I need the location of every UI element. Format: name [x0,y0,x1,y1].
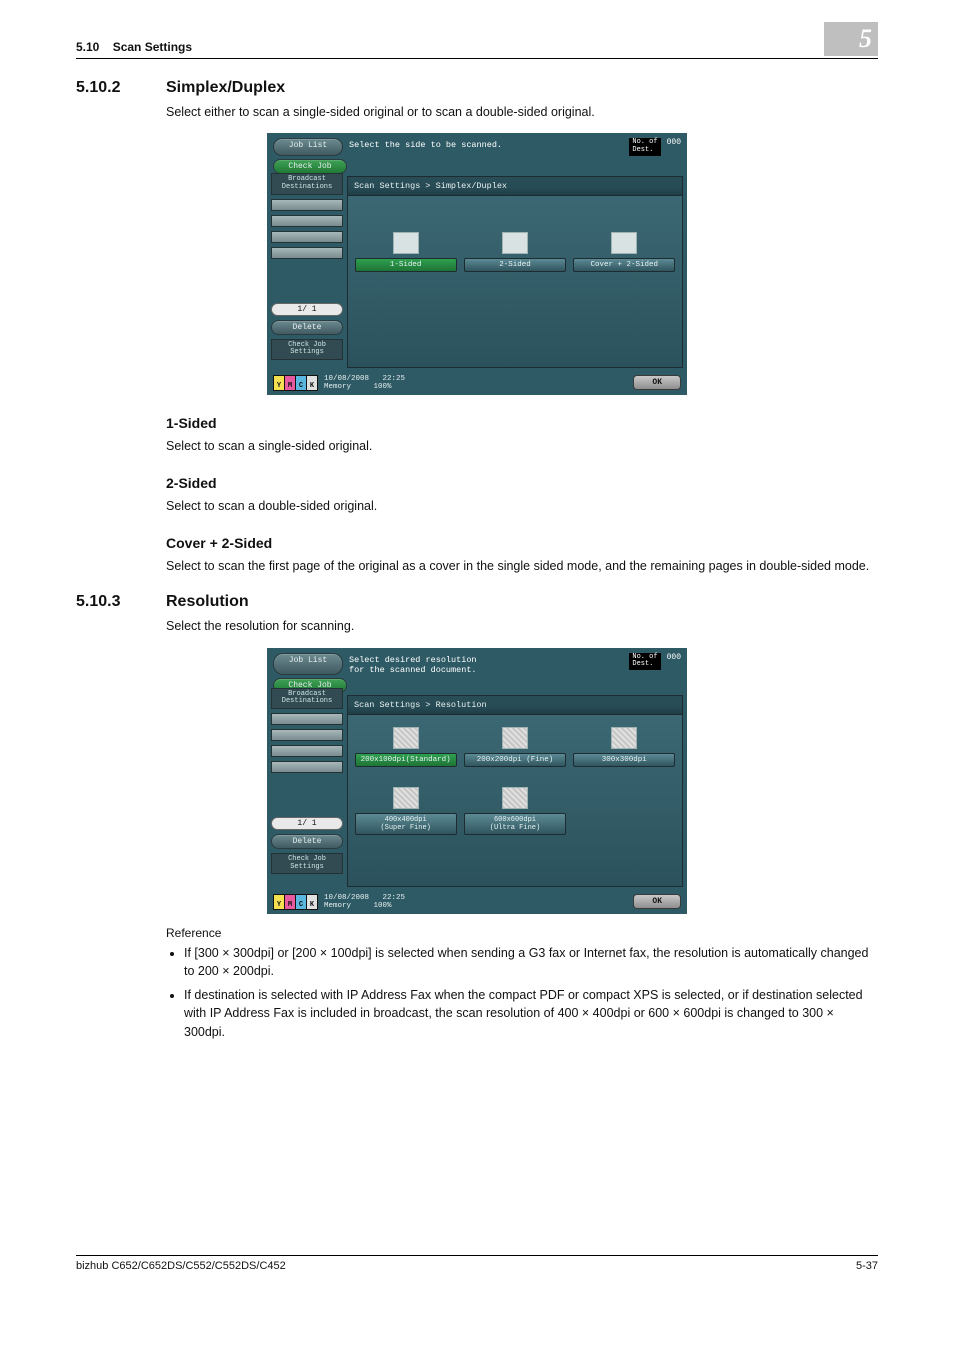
option-label: 2-Sided [464,258,566,272]
subheading-2-sided: 2-Sided [166,475,878,491]
breadcrumb: Scan Settings > Simplex/Duplex [348,177,682,196]
option-label: 200x100dpi(Standard) [355,753,457,767]
resolution-icon [611,727,637,749]
ok-button[interactable]: OK [633,894,681,909]
footer-page-number: 5-37 [856,1260,878,1272]
resolution-screenshot: Job List Select desired resolution for t… [267,648,687,915]
subheading-cover-2-sided: Cover + 2-Sided [166,535,878,551]
section-number: 5.10.3 [76,593,166,611]
section-intro: Select either to scan a single-sided ori… [166,103,878,121]
resolution-icon [393,787,419,809]
running-header: 5.10 Scan Settings 5 [76,40,878,59]
section-title: Resolution [166,593,249,611]
subsection-text: Select to scan the first page of the ori… [166,557,878,575]
footer-product: bizhub C652/C652DS/C552/C552DS/C452 [76,1260,286,1272]
option-200x200[interactable]: 200x200dpi (Fine) [467,727,563,767]
reference-heading: Reference [166,926,878,940]
page-indicator: 1/ 1 [271,817,343,830]
broadcast-destinations-label: Broadcast Destinations [271,688,343,709]
dest-count-label: No. of Dest. [629,138,660,155]
simplex-duplex-screenshot: Job List Select the side to be scanned. … [267,133,687,395]
destination-list-area [271,247,343,259]
section-number: 5.10.2 [76,79,166,97]
runhead-section-num: 5.10 [76,40,99,54]
screen-instruction: Select desired resolution for the scanne… [349,653,623,675]
toner-c-icon: C [296,376,306,390]
toner-k-icon: K [307,895,317,909]
destination-list-area [271,199,343,211]
screen-instruction: Select the side to be scanned. [349,138,623,155]
option-label: Cover + 2-Sided [573,258,675,272]
check-job-settings-button[interactable]: Check Job Settings [271,339,343,360]
destination-list-area [271,231,343,243]
status-text: 10/08/2008 22:25 Memory 100% [324,375,405,392]
toner-levels: Y M C K [273,375,318,391]
dest-count-value: 000 [667,138,681,147]
runhead-section-title: Scan Settings [113,40,192,54]
option-400x400[interactable]: 400x400dpi (Super Fine) [358,787,454,835]
cover-page-icon [611,232,637,254]
destination-list-area [271,729,343,741]
option-300x300[interactable]: 300x300dpi [576,727,672,767]
toner-levels: Y M C K [273,894,318,910]
subsection-text: Select to scan a double-sided original. [166,497,878,515]
destination-list-area [271,745,343,757]
check-job-settings-button[interactable]: Check Job Settings [271,853,343,874]
reference-list: If [300 × 300dpi] or [200 × 100dpi] is s… [166,944,878,1041]
option-1-sided[interactable]: 1-Sided [358,232,454,272]
option-600x600[interactable]: 600x600dpi (Ultra Fine) [467,787,563,835]
option-label: 1-Sided [355,258,457,272]
toner-k-icon: K [307,376,317,390]
option-200x100[interactable]: 200x100dpi(Standard) [358,727,454,767]
option-cover-2-sided[interactable]: Cover + 2-Sided [576,232,672,272]
status-text: 10/08/2008 22:25 Memory 100% [324,894,405,911]
double-page-icon [502,232,528,254]
toner-y-icon: Y [274,895,284,909]
destination-list-area [271,761,343,773]
chapter-number-badge: 5 [824,22,878,56]
dest-count-label: No. of Dest. [629,653,660,670]
delete-button[interactable]: Delete [271,320,343,335]
resolution-icon [502,787,528,809]
resolution-icon [502,727,528,749]
page-footer: bizhub C652/C652DS/C552/C552DS/C452 5-37 [76,1255,878,1272]
single-page-icon [393,232,419,254]
option-label: 600x600dpi (Ultra Fine) [464,813,566,835]
resolution-icon [393,727,419,749]
reference-item: If [300 × 300dpi] or [200 × 100dpi] is s… [184,944,878,980]
option-label: 400x400dpi (Super Fine) [355,813,457,835]
destination-list-area [271,713,343,725]
destination-list-area [271,215,343,227]
toner-y-icon: Y [274,376,284,390]
subheading-1-sided: 1-Sided [166,415,878,431]
job-list-button[interactable]: Job List [273,138,343,155]
toner-c-icon: C [296,895,306,909]
page-indicator: 1/ 1 [271,303,343,316]
section-intro: Select the resolution for scanning. [166,617,878,635]
delete-button[interactable]: Delete [271,834,343,849]
breadcrumb: Scan Settings > Resolution [348,696,682,715]
broadcast-destinations-label: Broadcast Destinations [271,173,343,194]
toner-m-icon: M [285,895,295,909]
section-title: Simplex/Duplex [166,79,285,97]
toner-m-icon: M [285,376,295,390]
reference-item: If destination is selected with IP Addre… [184,986,878,1040]
option-label: 200x200dpi (Fine) [464,753,566,767]
option-label: 300x300dpi [573,753,675,767]
job-list-button[interactable]: Job List [273,653,343,675]
check-job-button[interactable]: Check Job [273,159,347,174]
subsection-text: Select to scan a single-sided original. [166,437,878,455]
ok-button[interactable]: OK [633,375,681,390]
option-2-sided[interactable]: 2-Sided [467,232,563,272]
dest-count-value: 000 [667,653,681,662]
